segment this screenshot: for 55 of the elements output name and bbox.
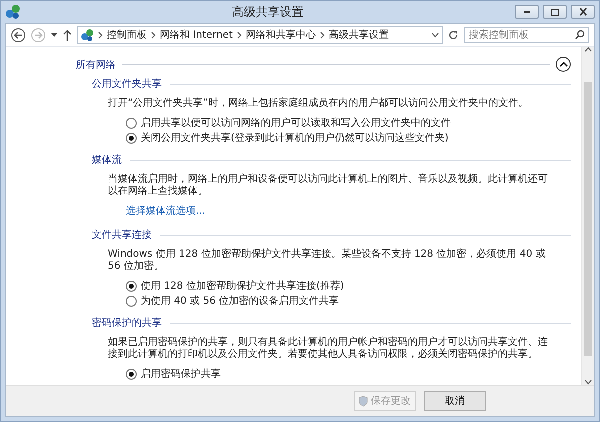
- radio-option[interactable]: 关闭公用文件夹共享(登录到此计算机的用户仍然可以访问这些文件夹): [126, 131, 571, 145]
- radio-button[interactable]: [126, 280, 137, 292]
- chevron-icon: [236, 32, 242, 38]
- radio-option[interactable]: 为使用 40 或 56 位加密的设备启用文件共享: [126, 294, 571, 308]
- window-title: 高级共享设置: [231, 4, 305, 20]
- radio-button[interactable]: [126, 296, 137, 306]
- breadcrumb-item[interactable]: 网络和 Internet: [160, 28, 233, 42]
- group-title: 所有网络: [76, 58, 116, 72]
- refresh-icon: [448, 30, 459, 40]
- media-options-link[interactable]: 选择媒体流选项...: [126, 204, 206, 218]
- up-arrow-icon: [63, 30, 72, 40]
- minimize-icon: [524, 11, 530, 13]
- maximize-icon: [551, 8, 559, 16]
- breadcrumb-item[interactable]: 网络和共享中心: [246, 28, 316, 42]
- search-icon: [575, 30, 585, 40]
- radio-option[interactable]: 启用密码保护共享: [126, 367, 571, 381]
- scroll-down-icon[interactable]: [584, 380, 592, 385]
- minimize-button[interactable]: [515, 5, 539, 19]
- section-description: 打开“公用文件夹共享”时，网络上包括家庭组成员在内的用户都可以访问公用文件夹中的文件。: [108, 98, 530, 110]
- radio-option[interactable]: 启用共享以便可以访问网络的用户可以读取和写入公用文件夹中的文件: [126, 116, 571, 130]
- radio-option[interactable]: 使用 128 位加密帮助保护文件共享连接(推荐): [126, 279, 571, 293]
- chevron-icon: [151, 32, 156, 38]
- refresh-button[interactable]: [448, 30, 459, 40]
- close-button[interactable]: [571, 5, 595, 19]
- back-button[interactable]: [11, 28, 26, 42]
- history-button[interactable]: [51, 32, 58, 38]
- maximize-button[interactable]: [543, 5, 567, 19]
- section-description: 当媒体流启用时，网络上的用户和设备便可以访问此计算机上的图片、音乐以及视频。此计算机还可以在网络上查找媒体。: [108, 174, 548, 198]
- section-title: 密码保护的共享: [92, 316, 162, 330]
- scroll-up-icon[interactable]: [584, 47, 592, 52]
- address-bar[interactable]: 控制面板 网络和 Internet 网络和共享中心 高级共享设置: [77, 26, 443, 44]
- section-description: 如果已启用密码保护的共享，则只有具备此计算机的用户帐户和密码的用户才可以访问共享文件、连接到此计算机的打印机以及公用文件夹。若要使其他人具备访问权限，必须关闭密码保护的共享。: [108, 337, 548, 361]
- section-description: Windows 使用 128 位加密帮助保护文件共享连接。某些设备不支持 128 位加密，必须使用 40 或 56 位加密。: [108, 249, 547, 273]
- network-icon: [81, 28, 94, 42]
- collapse-button[interactable]: [556, 57, 571, 72]
- radio-button[interactable]: [126, 132, 137, 144]
- radio-button[interactable]: [126, 118, 137, 128]
- section-title: 媒体流: [92, 154, 122, 167]
- breadcrumb-item[interactable]: 控制面板: [107, 28, 147, 42]
- dialog-button[interactable]: 取消: [424, 391, 486, 411]
- section-title: 公用文件夹共享: [92, 78, 162, 91]
- radio-button[interactable]: [126, 368, 137, 380]
- up-button[interactable]: [63, 30, 72, 40]
- network-icon: [5, 4, 21, 20]
- breadcrumb-item[interactable]: 高级共享设置: [328, 28, 389, 42]
- chevron-icon: [320, 32, 325, 38]
- chevron-up-icon: [560, 62, 568, 67]
- scrollbar[interactable]: [581, 47, 594, 385]
- close-icon: [580, 8, 586, 16]
- chevron-icon: [98, 32, 103, 38]
- shield-icon: [359, 396, 368, 406]
- section-title: 文件共享连接: [92, 228, 152, 242]
- dropdown-caret-icon[interactable]: [432, 32, 439, 38]
- caret-icon: [51, 32, 58, 38]
- search-field[interactable]: 搜索控制面板: [464, 27, 589, 43]
